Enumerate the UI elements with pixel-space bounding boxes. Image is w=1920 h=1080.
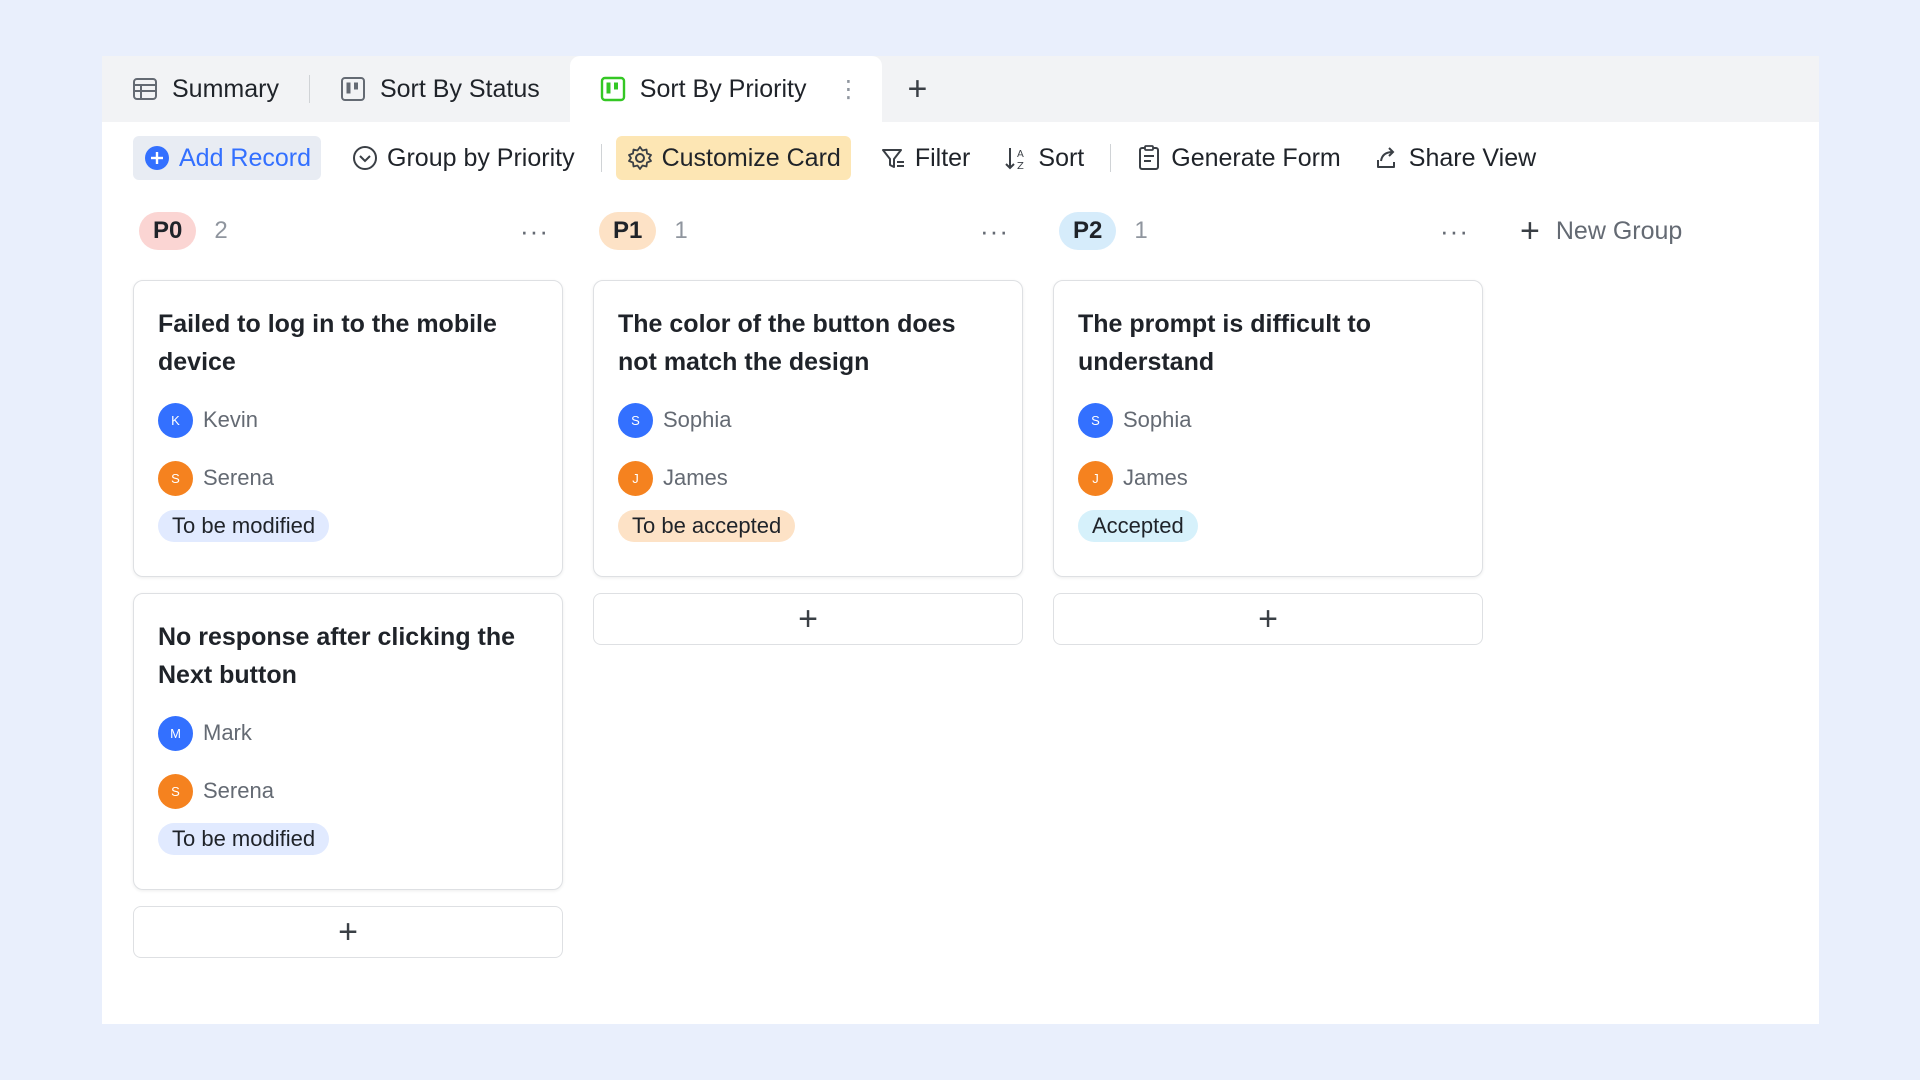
tab-sort-by-status[interactable]: Sort By Status xyxy=(310,56,570,122)
view-toolbar: Add Record Group by Priority Customize C… xyxy=(102,122,1819,194)
group-column-p1: P1 1 ··· The color of the button does no… xyxy=(593,206,1023,645)
add-card-button[interactable]: + xyxy=(1053,593,1483,645)
add-record-button[interactable]: Add Record xyxy=(133,136,322,180)
add-card-button[interactable]: + xyxy=(133,906,563,958)
person-name: James xyxy=(1123,465,1188,490)
reviewer: S Serena xyxy=(158,460,538,496)
generate-form-label: Generate Form xyxy=(1171,143,1341,172)
record-card[interactable]: The prompt is difficult to understand S … xyxy=(1053,280,1483,577)
table-icon xyxy=(132,76,158,102)
form-icon xyxy=(1135,144,1163,172)
add-view-button[interactable]: + xyxy=(882,56,952,122)
avatar: M xyxy=(158,715,193,751)
generate-form-button[interactable]: Generate Form xyxy=(1125,136,1351,180)
person-name: Serena xyxy=(203,465,274,490)
svg-text:A: A xyxy=(1017,149,1024,160)
customize-card-button[interactable]: Customize Card xyxy=(615,136,851,180)
reviewer: J James xyxy=(618,460,998,496)
record-card[interactable]: The color of the button does not match t… xyxy=(593,280,1023,577)
status-tag: To be modified xyxy=(158,510,330,542)
tab-more-icon[interactable]: ⋮ xyxy=(836,75,860,104)
group-more-icon[interactable]: ··· xyxy=(980,216,1009,247)
group-header: P2 1 ··· xyxy=(1053,206,1483,256)
kanban-icon xyxy=(340,76,366,102)
toolbar-divider xyxy=(1110,144,1112,172)
add-record-label: Add Record xyxy=(179,143,312,172)
svg-text:Z: Z xyxy=(1017,161,1024,172)
group-count: 1 xyxy=(674,217,688,244)
avatar: S xyxy=(158,773,193,809)
group-count: 2 xyxy=(214,217,228,244)
assignee: S Sophia xyxy=(1078,402,1458,438)
tab-label: Summary xyxy=(172,74,279,103)
share-view-label: Share View xyxy=(1408,143,1537,172)
group-count: 1 xyxy=(1134,217,1148,244)
avatar: S xyxy=(1078,402,1113,438)
person-name: James xyxy=(663,465,728,490)
avatar: K xyxy=(158,402,193,438)
sort-label: Sort xyxy=(1038,143,1085,172)
person-name: Sophia xyxy=(1123,407,1192,432)
toolbar-divider xyxy=(600,144,602,172)
group-header: P0 2 ··· xyxy=(133,206,563,256)
kanban-green-icon xyxy=(600,76,626,102)
group-more-icon[interactable]: ··· xyxy=(520,216,549,247)
assignee: S Sophia xyxy=(618,402,998,438)
avatar: S xyxy=(618,402,653,438)
view-tab-bar: Summary Sort By Status Sort By Priority … xyxy=(102,56,1819,122)
tab-label: Sort By Status xyxy=(379,74,540,103)
group-circle-icon xyxy=(351,144,379,172)
plus-circle-icon xyxy=(143,144,171,172)
person-name: Serena xyxy=(203,778,274,803)
app-window: Summary Sort By Status Sort By Priority … xyxy=(102,56,1819,1024)
status-tag: To be modified xyxy=(158,823,330,855)
card-title: The color of the button does not match t… xyxy=(618,310,956,376)
avatar: J xyxy=(1078,460,1113,496)
status-tag: To be accepted xyxy=(618,510,796,542)
status-tag: Accepted xyxy=(1078,510,1198,542)
sort-icon: AZ xyxy=(1002,144,1030,172)
person-name: Mark xyxy=(203,720,252,745)
priority-pill[interactable]: P0 xyxy=(139,212,197,250)
card-title: Failed to log in to the mobile device xyxy=(158,310,497,376)
tab-summary[interactable]: Summary xyxy=(102,56,309,122)
reviewer: J James xyxy=(1078,460,1458,496)
group-column-p0: P0 2 ··· Failed to log in to the mobile … xyxy=(133,206,563,958)
filter-label: Filter xyxy=(914,143,971,172)
add-card-button[interactable]: + xyxy=(593,593,1023,645)
record-card[interactable]: Failed to log in to the mobile device K … xyxy=(133,280,563,577)
group-by-button[interactable]: Group by Priority xyxy=(341,136,585,180)
record-card[interactable]: No response after clicking the Next butt… xyxy=(133,593,563,890)
tab-sort-by-priority[interactable]: Sort By Priority ⋮ xyxy=(569,56,883,122)
new-group-label: New Group xyxy=(1555,216,1683,245)
group-column-p2: P2 1 ··· The prompt is difficult to unde… xyxy=(1053,206,1483,645)
person-name: Kevin xyxy=(203,407,259,432)
card-title: No response after clicking the Next butt… xyxy=(158,623,516,689)
assignee: M Mark xyxy=(158,715,538,751)
assignee: K Kevin xyxy=(158,402,538,438)
gear-icon xyxy=(626,144,654,172)
priority-pill[interactable]: P1 xyxy=(599,212,657,250)
share-icon xyxy=(1373,144,1401,172)
card-title: The prompt is difficult to understand xyxy=(1078,310,1372,376)
share-view-button[interactable]: Share View xyxy=(1363,136,1546,180)
filter-button[interactable]: Filter xyxy=(869,136,981,180)
avatar: J xyxy=(618,460,653,496)
plus-icon: + xyxy=(1520,211,1540,250)
avatar: S xyxy=(158,460,193,496)
group-more-icon[interactable]: ··· xyxy=(1440,216,1469,247)
group-header: P1 1 ··· xyxy=(593,206,1023,256)
customize-card-label: Customize Card xyxy=(661,143,841,172)
reviewer: S Serena xyxy=(158,773,538,809)
person-name: Sophia xyxy=(663,407,732,432)
group-by-label: Group by Priority xyxy=(387,143,575,172)
filter-icon xyxy=(879,144,907,172)
new-group-button[interactable]: + New Group xyxy=(1520,206,1682,256)
priority-pill[interactable]: P2 xyxy=(1059,212,1117,250)
tab-label: Sort By Priority xyxy=(639,74,807,103)
sort-button[interactable]: AZ Sort xyxy=(992,136,1094,180)
